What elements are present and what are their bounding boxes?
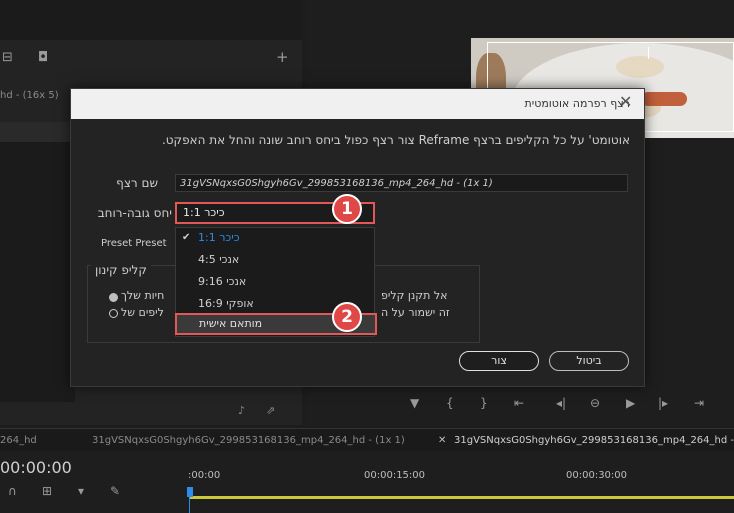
aspect-option-square[interactable]: ✔ 1:1 כיכר: [176, 228, 374, 248]
aspect-ratio-value: 1:1 כיכר: [183, 206, 225, 219]
mark-in-icon[interactable]: {: [446, 396, 454, 410]
close-icon[interactable]: ✕: [438, 435, 446, 446]
aspect-option-vertical-9-16[interactable]: 9:16 אנכי: [176, 272, 374, 292]
play-icon[interactable]: ▶: [626, 396, 635, 410]
export-frame-icon[interactable]: ⊟: [2, 50, 13, 65]
project-list: [0, 142, 75, 402]
work-area-bar[interactable]: [190, 496, 734, 499]
insert-icon[interactable]: ♪: [238, 404, 245, 417]
mark-out-icon[interactable]: }: [480, 396, 488, 410]
timeline-tab[interactable]: 31gVSNqxsG0Shgyh6Gv_299853168136_mp4_264…: [92, 435, 405, 446]
nesting-option-1-suffix: חיות שלך: [121, 289, 165, 302]
nesting-radio-dont-nest[interactable]: [109, 293, 118, 302]
nesting-option-2-suffix: ליפים של: [121, 306, 164, 319]
ruler-tick: 00:00:30:00: [566, 470, 628, 481]
nesting-radio-nest[interactable]: [109, 309, 118, 318]
ruler-tick: 00:00:15:00: [364, 470, 426, 481]
playhead[interactable]: [187, 487, 193, 497]
go-to-out-icon[interactable]: ⇥: [694, 396, 704, 410]
sequence-name-label: שם רצף: [116, 176, 158, 190]
cancel-button[interactable]: ביטול: [549, 351, 629, 371]
snap-icon[interactable]: ∩: [8, 484, 17, 498]
clip-nesting-title: קליפ קינון: [91, 263, 151, 277]
timeline-tab-active[interactable]: 31gVSNqxsG0Shgyh6Gv_299853168136_mp4_264…: [454, 435, 734, 446]
sequence-label: hd - (16x 5): [0, 90, 59, 101]
project-panel-header: [0, 0, 302, 41]
close-icon[interactable]: ✕: [619, 94, 632, 110]
linked-selection-icon[interactable]: ⊞: [42, 484, 52, 498]
playhead-timecode[interactable]: 00:00:00: [0, 458, 72, 477]
wrench-icon[interactable]: ✎: [110, 484, 120, 498]
project-list-header: [0, 122, 75, 142]
create-button[interactable]: צור: [459, 351, 539, 371]
go-to-in-icon[interactable]: ⇤: [514, 396, 524, 410]
step-back-icon[interactable]: ◂|: [556, 396, 566, 410]
marker-icon[interactable]: ▾: [78, 484, 84, 498]
ruler-tick: :00:00: [188, 470, 221, 481]
transport-controls: ▼ { } ⇤ ◂| ⊖ ▶ |▸ ⇥: [306, 392, 734, 416]
aspect-option-vertical-4-5[interactable]: 4:5 אנכי: [176, 250, 374, 270]
camera-icon[interactable]: ◘: [38, 50, 48, 65]
export-icon[interactable]: ⇗: [266, 404, 275, 417]
dialog-title: רצף רפרמה אוטומטית: [524, 97, 630, 110]
sequence-name-input[interactable]: 31gVSNqxsG0Shgyh6Gv_299853168136_mp4_264…: [175, 174, 628, 192]
add-icon[interactable]: +: [276, 48, 289, 66]
annotation-badge-2: 2: [332, 302, 362, 332]
check-icon: ✔: [182, 232, 191, 243]
step-forward-icon[interactable]: |▸: [658, 396, 668, 410]
preset-label: Preset Preset: [101, 238, 167, 249]
dialog-description: אוטומט' על כל הקליפים ברצף Reframe צור ר…: [161, 133, 630, 147]
nesting-option-1-prefix: אל תקנן קליפ: [381, 289, 448, 302]
nesting-option-2-prefix: זה ישמור על ה: [381, 306, 450, 319]
annotation-badge-1: 1: [332, 194, 362, 224]
aspect-ratio-label: יחס גובה-רוחב: [97, 206, 172, 220]
project-panel-toolbar: ⊟ ◘ +: [0, 40, 302, 76]
timeline-tab-bar: 264_hd 31gVSNqxsG0Shgyh6Gv_299853168136_…: [0, 428, 734, 451]
auto-reframe-dialog: רצף רפרמה אוטומטית ✕ אוטומט' על כל הקליפ…: [70, 88, 645, 387]
playhead-line: [189, 497, 190, 513]
marker-icon[interactable]: ▼: [410, 396, 419, 410]
timeline-tab[interactable]: 264_hd: [0, 435, 37, 446]
vr-icon[interactable]: ⊖: [590, 396, 600, 410]
